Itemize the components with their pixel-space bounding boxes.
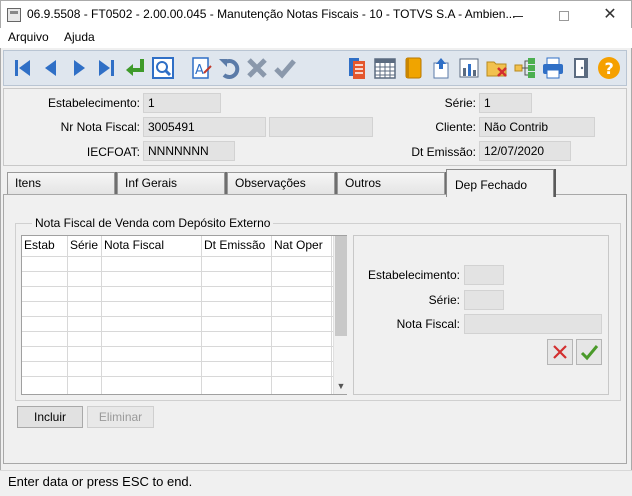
report-icon[interactable]	[344, 55, 370, 81]
help-icon[interactable]: ?	[596, 55, 622, 81]
last-icon[interactable]	[94, 55, 120, 81]
incluir-button[interactable]: Incluir	[17, 406, 83, 428]
delete-icon[interactable]	[244, 55, 270, 81]
tab-outros[interactable]: Outros	[337, 172, 445, 194]
dt-emissao-label: Dt Emissão:	[411, 145, 476, 159]
table-row[interactable]	[22, 376, 333, 377]
table-row[interactable]	[22, 271, 333, 272]
column-header-dt-emissao[interactable]: Dt Emissão	[202, 236, 272, 256]
maximize-icon	[559, 11, 569, 22]
confirm-button[interactable]	[576, 339, 602, 365]
sub-nota-fiscal-label: Nota Fiscal:	[396, 317, 460, 331]
tab-dep-fechado[interactable]: Dep Fechado	[446, 169, 554, 197]
menu-arquivo[interactable]: Arquivo	[8, 30, 49, 44]
folder-delete-icon[interactable]	[484, 55, 510, 81]
check-icon	[580, 345, 599, 361]
serie-label: Série:	[444, 96, 476, 110]
svg-text:?: ?	[605, 59, 614, 78]
tab-observacoes[interactable]: Observações	[227, 172, 335, 194]
chart-icon[interactable]	[456, 55, 482, 81]
column-header-nota-fiscal[interactable]: Nota Fiscal	[102, 236, 202, 256]
vertical-scrollbar[interactable]: ▼	[333, 236, 347, 394]
table-row[interactable]	[22, 301, 333, 302]
tab-itens[interactable]: Itens	[7, 172, 115, 194]
nr-nota-extra-field[interactable]	[269, 117, 373, 137]
tree-icon[interactable]	[512, 55, 538, 81]
search-icon[interactable]	[150, 55, 176, 81]
exit-icon[interactable]	[568, 55, 594, 81]
window-titlebar: 06.9.5508 - FT0502 - 2.00.00.045 - Manut…	[0, 0, 632, 28]
minimize-button[interactable]	[495, 1, 541, 29]
nr-nota-fiscal-label: Nr Nota Fiscal:	[60, 120, 140, 134]
cancel-button[interactable]	[547, 339, 573, 365]
edit-icon[interactable]: A	[188, 55, 214, 81]
table-row[interactable]	[22, 316, 333, 317]
window-title: 06.9.5508 - FT0502 - 2.00.00.045 - Manut…	[27, 7, 516, 21]
column-header-estab[interactable]: Estab	[22, 236, 67, 256]
table-row[interactable]	[22, 346, 333, 347]
estabelecimento-label: Estabelecimento:	[47, 96, 140, 110]
column-divider	[271, 236, 272, 394]
iecfoat-field[interactable]: NNNNNNN	[143, 141, 235, 161]
prev-icon[interactable]	[38, 55, 64, 81]
eliminar-button[interactable]: Eliminar	[87, 406, 154, 428]
tab-inf-gerais[interactable]: Inf Gerais	[117, 172, 225, 194]
sub-nota-fiscal-field[interactable]	[464, 314, 602, 334]
menu-ajuda[interactable]: Ajuda	[64, 30, 95, 44]
column-header-serie[interactable]: Série	[68, 236, 102, 256]
save-icon[interactable]	[272, 55, 298, 81]
table-body: Estab Série Nota Fiscal Dt Emissão Nat O…	[22, 236, 333, 394]
estabelecimento-field[interactable]: 1	[143, 93, 221, 113]
goto-icon[interactable]	[122, 55, 148, 81]
cliente-label: Cliente:	[435, 120, 476, 134]
sub-estabelecimento-field[interactable]	[464, 265, 504, 285]
table-row[interactable]	[22, 331, 333, 332]
column-divider	[101, 236, 102, 394]
next-icon[interactable]	[66, 55, 92, 81]
sub-serie-label: Série:	[428, 293, 460, 307]
scroll-down-icon[interactable]: ▼	[334, 379, 348, 393]
sub-serie-field[interactable]	[464, 290, 504, 310]
book-icon[interactable]	[400, 55, 426, 81]
toolbar: A ?	[3, 50, 627, 86]
close-button[interactable]: ✕	[587, 1, 632, 29]
export-icon[interactable]	[428, 55, 454, 81]
nr-nota-fiscal-field[interactable]: 3005491	[143, 117, 266, 137]
column-divider	[201, 236, 202, 394]
table-row[interactable]	[22, 256, 333, 257]
nota-fiscal-table[interactable]: Estab Série Nota Fiscal Dt Emissão Nat O…	[21, 235, 347, 395]
scroll-thumb[interactable]	[335, 236, 347, 336]
table-row[interactable]	[22, 361, 333, 362]
serie-field[interactable]: 1	[479, 93, 532, 113]
column-divider	[67, 236, 68, 394]
column-header-nat-oper[interactable]: Nat Oper	[272, 236, 332, 256]
close-icon: ✕	[603, 6, 617, 23]
iecfoat-label: IECFOAT:	[86, 145, 140, 159]
calendar-icon[interactable]	[372, 55, 398, 81]
column-divider	[331, 236, 332, 394]
status-bar: Enter data or press ESC to end.	[0, 470, 632, 496]
dt-emissao-field[interactable]: 12/07/2020	[479, 141, 571, 161]
undo-icon[interactable]	[216, 55, 242, 81]
menu-bar: Arquivo Ajuda	[0, 28, 632, 48]
cancel-icon	[553, 345, 567, 359]
svg-text:A: A	[195, 63, 204, 78]
maximize-button[interactable]	[541, 1, 587, 29]
cliente-field[interactable]: Não Contrib	[479, 117, 595, 137]
minimize-icon	[513, 15, 523, 17]
sub-estabelecimento-label: Estabelecimento:	[367, 268, 460, 282]
group-title: Nota Fiscal de Venda com Depósito Extern…	[32, 216, 274, 230]
print-icon[interactable]	[540, 55, 566, 81]
first-icon[interactable]	[10, 55, 36, 81]
app-icon	[7, 8, 21, 22]
table-row[interactable]	[22, 286, 333, 287]
